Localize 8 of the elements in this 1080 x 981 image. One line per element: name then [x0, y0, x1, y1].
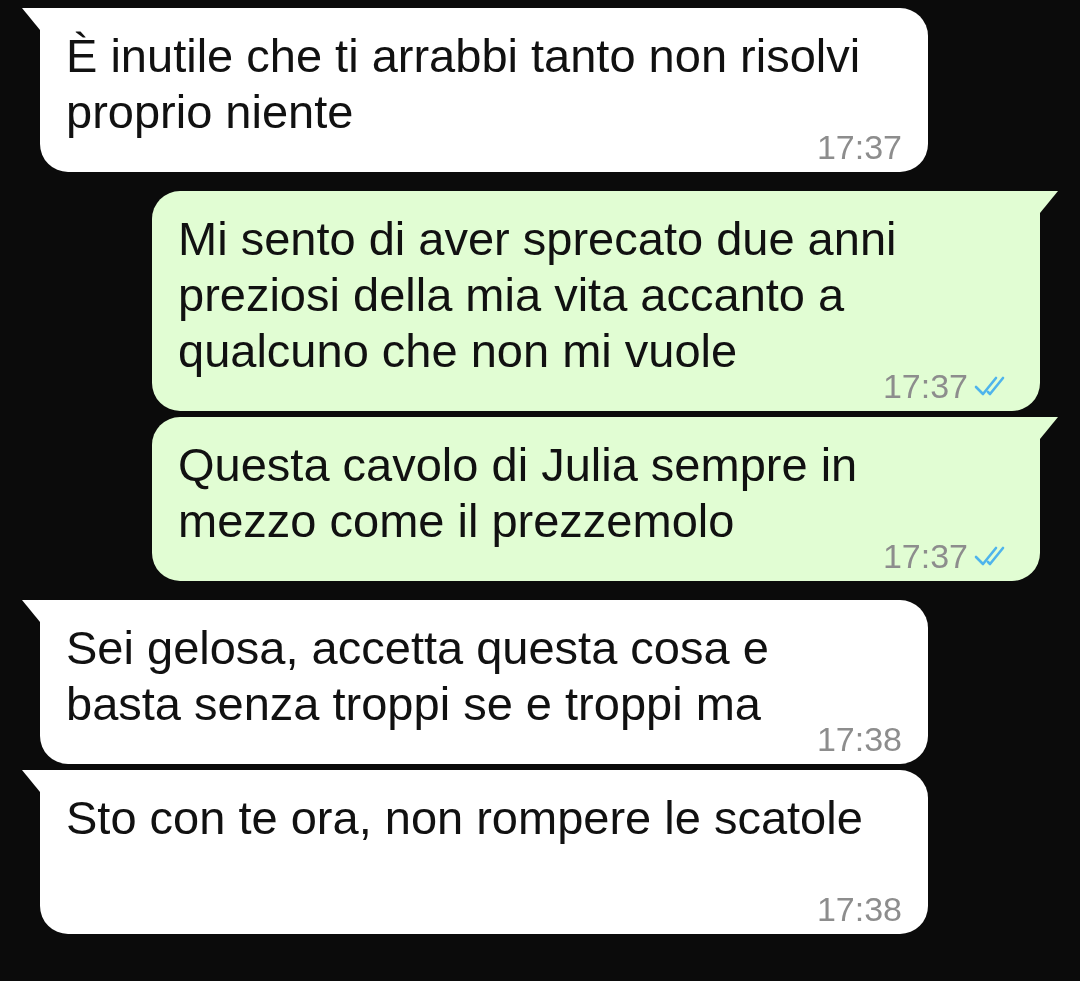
message-time: 17:37 — [882, 369, 968, 403]
message-text: Sei gelosa, accetta questa cosa e basta senza troppi se e troppi ma — [66, 621, 770, 730]
message-text: Sto con te ora, non rompere le scatole — [66, 791, 863, 844]
message-time: 17:37 — [816, 130, 902, 164]
message-time: 17:38 — [816, 722, 902, 756]
message-text: Questa cavolo di Julia sempre in mezzo come il prezzemolo — [178, 438, 859, 547]
message-time: 17:38 — [816, 892, 902, 926]
message-time: 17:37 — [882, 539, 968, 573]
